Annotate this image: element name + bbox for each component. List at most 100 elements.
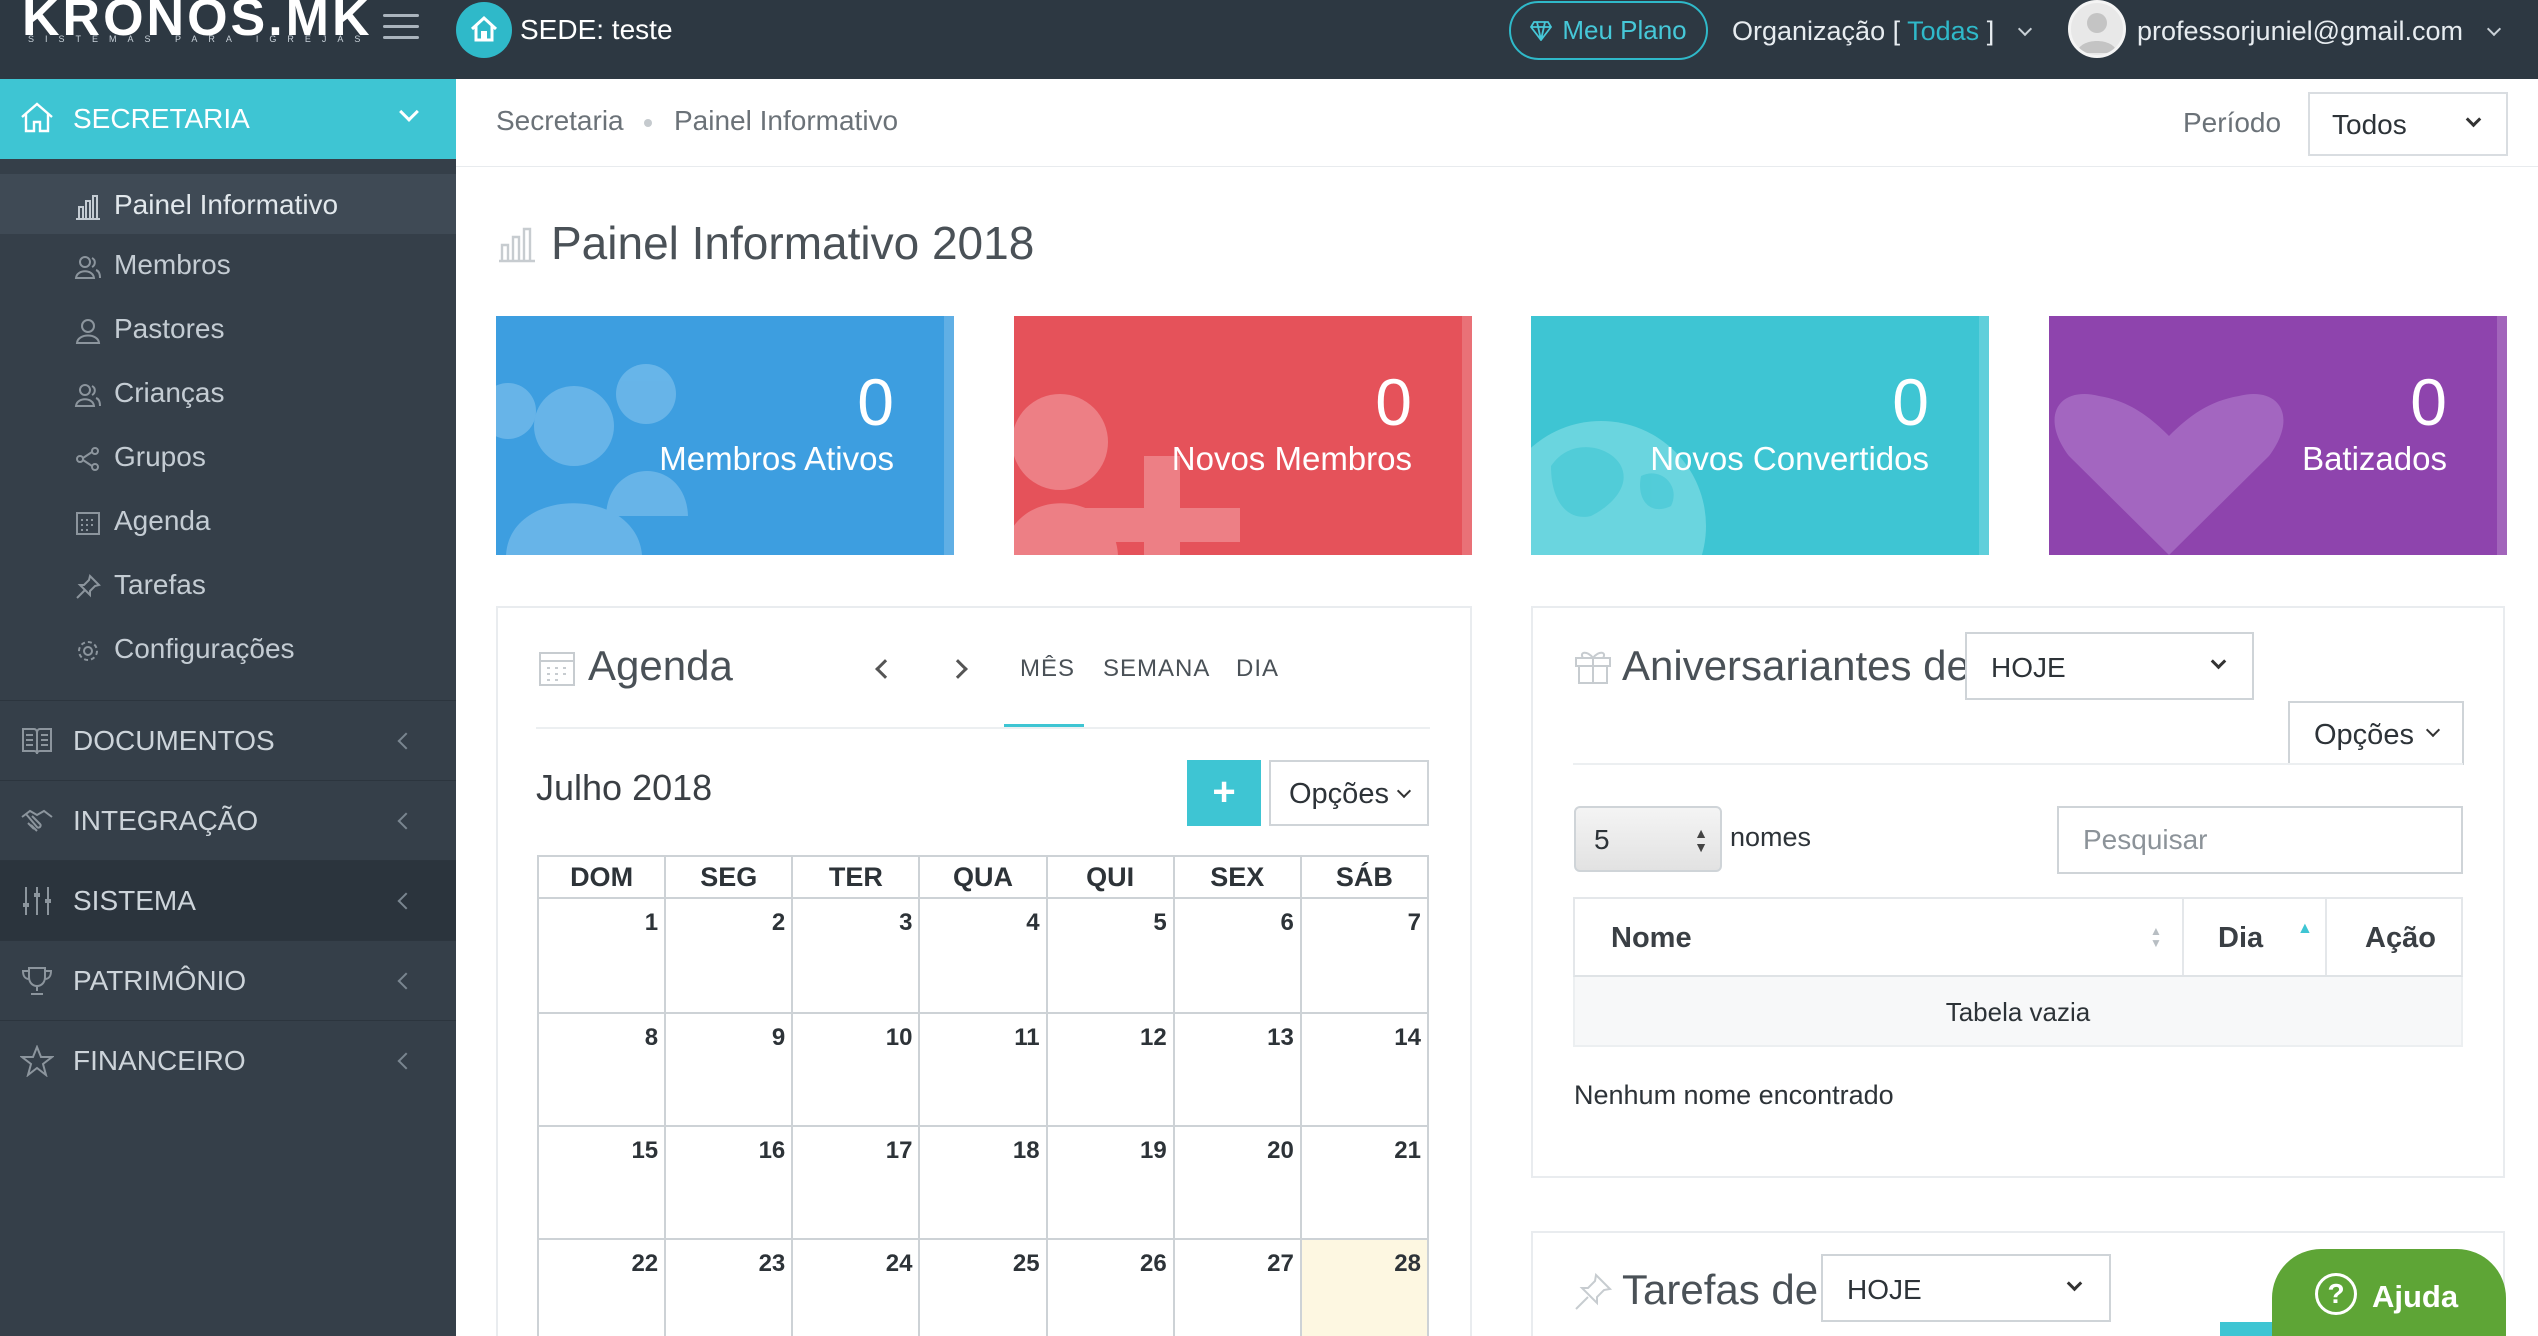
birthdays-period-select[interactable]: HOJE (1965, 632, 2254, 700)
agenda-options-button[interactable]: Opções (1269, 760, 1429, 826)
birthdays-options-button[interactable]: Opções (2288, 701, 2464, 765)
chevron-left-icon (397, 732, 415, 750)
sede-label[interactable]: SEDE: teste (520, 14, 673, 46)
period-select[interactable]: Todos (2308, 92, 2508, 156)
sidebar-item-documentos[interactable]: DOCUMENTOS (0, 700, 456, 780)
stat-card-batizados[interactable]: 0 Batizados (2049, 316, 2507, 555)
sidebar-item-tarefas[interactable]: Tarefas (0, 554, 456, 614)
calendar-day[interactable]: 5 (1045, 897, 1175, 1014)
calendar-day[interactable]: 22 (536, 1238, 667, 1336)
weekday-header: SEG (664, 855, 794, 899)
chevron-down-icon (2425, 722, 2441, 738)
empty-table-row: Tabela vazia (1573, 977, 2463, 1047)
chevron-down-icon (1396, 783, 1412, 799)
sidebar-item-painel-informativo[interactable]: Painel Informativo (0, 174, 456, 234)
breadcrumb-secretaria[interactable]: Secretaria (496, 105, 624, 137)
sort-icon[interactable]: ▲ ▼ (2150, 925, 2162, 949)
sidebar-item-configuracoes[interactable]: Configurações (0, 618, 456, 678)
weekday-header: SEX (1172, 855, 1302, 899)
users-icon (496, 364, 688, 555)
calendar-day[interactable]: 20 (1172, 1125, 1302, 1240)
chevron-down-icon (2017, 21, 2032, 37)
calendar-day[interactable]: 17 (791, 1125, 921, 1240)
agenda-title: Agenda (588, 642, 733, 689)
chevron-down-icon (2486, 21, 2501, 37)
my-plan-button[interactable]: Meu Plano (1509, 1, 1708, 60)
calendar-day[interactable]: 6 (1172, 897, 1302, 1014)
stat-card-novos-convertidos[interactable]: 0 Novos Convertidos (1531, 316, 1989, 555)
calendar-day[interactable]: 24 (791, 1238, 921, 1336)
calendar-day[interactable]: 3 (791, 897, 921, 1014)
weekday-header: QUA (918, 855, 1048, 899)
updown-icon: ▲ ▼ (1694, 825, 1708, 855)
tab-month[interactable]: MÊS (1020, 655, 1075, 683)
calendar-day[interactable]: 25 (918, 1238, 1048, 1336)
tasks-period-select[interactable]: HOJE (1821, 1254, 2111, 1322)
user-icon (75, 319, 101, 344)
sidebar-section-secretaria[interactable]: SECRETARIA (0, 79, 456, 159)
calendar-day[interactable]: 12 (1045, 1012, 1175, 1127)
calendar-day[interactable]: 8 (536, 1012, 667, 1127)
help-button[interactable]: ? Ajuda (2272, 1249, 2506, 1336)
tab-day[interactable]: DIA (1236, 655, 1279, 683)
calendar-day[interactable]: 9 (664, 1012, 794, 1127)
weekday-header: TER (791, 855, 921, 899)
children-icon (74, 384, 101, 407)
sidebar-item-patrimonio[interactable]: PATRIMÔNIO (0, 940, 456, 1020)
calendar-day[interactable]: 4 (918, 897, 1048, 1014)
calendar-day-today[interactable]: 28 (1299, 1238, 1430, 1336)
sort-asc-icon[interactable]: ▲ (2297, 921, 2313, 937)
gear-icon (78, 641, 98, 661)
sidebar-item-pastores[interactable]: Pastores (0, 298, 456, 358)
column-header-acao: Ação (2365, 922, 2436, 954)
stat-label: Batizados (2302, 440, 2447, 477)
logo-tagline: SISTEMAS PARA IGREJAS (28, 34, 372, 44)
sidebar-item-sistema[interactable]: SISTEMA (0, 860, 456, 940)
avatar[interactable] (2068, 0, 2126, 58)
calendar-day[interactable]: 19 (1045, 1125, 1175, 1240)
gift-icon (1575, 651, 1611, 684)
tab-week[interactable]: SEMANA (1103, 655, 1210, 683)
stat-card-membros-ativos[interactable]: 0 Membros Ativos (496, 316, 954, 555)
sidebar-item-criancas[interactable]: Crianças (0, 362, 456, 422)
pin-icon (1575, 1272, 1613, 1310)
stat-value: 0 (857, 365, 894, 439)
page-title: Painel Informativo 2018 (551, 217, 1035, 269)
calendar-day[interactable]: 13 (1172, 1012, 1302, 1127)
calendar-day[interactable]: 15 (536, 1125, 667, 1240)
breadcrumb: Secretaria Painel Informativo Período To… (456, 79, 2538, 167)
search-input[interactable] (2057, 806, 2463, 874)
sidebar-item-financeiro[interactable]: FINANCEIRO (0, 1020, 456, 1100)
menu-toggle-icon[interactable] (383, 14, 419, 42)
calendar-day[interactable]: 14 (1299, 1012, 1430, 1127)
user-email: professorjuniel@gmail.com (2137, 16, 2464, 46)
calendar-day[interactable]: 2 (664, 897, 794, 1014)
brand-logo[interactable]: KRONOS.MK SISTEMAS PARA IGREJAS (22, 0, 370, 52)
organization-value: Todas (1907, 16, 1980, 46)
stat-value: 0 (1375, 365, 1412, 439)
birthdays-title: Aniversariantes de (1622, 642, 1970, 689)
calendar-day[interactable]: 11 (918, 1012, 1048, 1127)
sidebar-item-agenda[interactable]: Agenda (0, 490, 456, 550)
calendar-day[interactable]: 1 (536, 897, 667, 1014)
calendar-day[interactable]: 26 (1045, 1238, 1175, 1336)
stat-card-novos-membros[interactable]: 0 Novos Membros (1014, 316, 1472, 555)
organization-selector[interactable]: Organização [ Todas ] (1732, 16, 2032, 47)
page-length-select[interactable]: 5 ▲ ▼ (1574, 806, 1722, 872)
calendar-day[interactable]: 23 (664, 1238, 794, 1336)
chevron-left-icon (397, 972, 415, 990)
calendar-day[interactable]: 7 (1299, 897, 1430, 1014)
user-menu[interactable]: professorjuniel@gmail.com (2137, 16, 2501, 47)
sidebar-item-membros[interactable]: Membros (0, 234, 456, 294)
calendar-day[interactable]: 21 (1299, 1125, 1430, 1240)
calendar-day[interactable]: 27 (1172, 1238, 1302, 1336)
calendar-day[interactable]: 16 (664, 1125, 794, 1240)
sidebar-item-integracao[interactable]: INTEGRAÇÃO (0, 780, 456, 860)
add-event-button[interactable]: + (1187, 760, 1261, 826)
column-header-nome[interactable]: Nome (1611, 922, 1692, 955)
calendar-grid: DOM SEG TER QUA QUI SEX SÁB 1 2 3 4 5 6 … (536, 855, 1430, 1336)
calendar-day[interactable]: 10 (791, 1012, 921, 1127)
sidebar-item-grupos[interactable]: Grupos (0, 426, 456, 486)
column-header-dia[interactable]: Dia (2218, 922, 2263, 955)
calendar-day[interactable]: 18 (918, 1125, 1048, 1240)
